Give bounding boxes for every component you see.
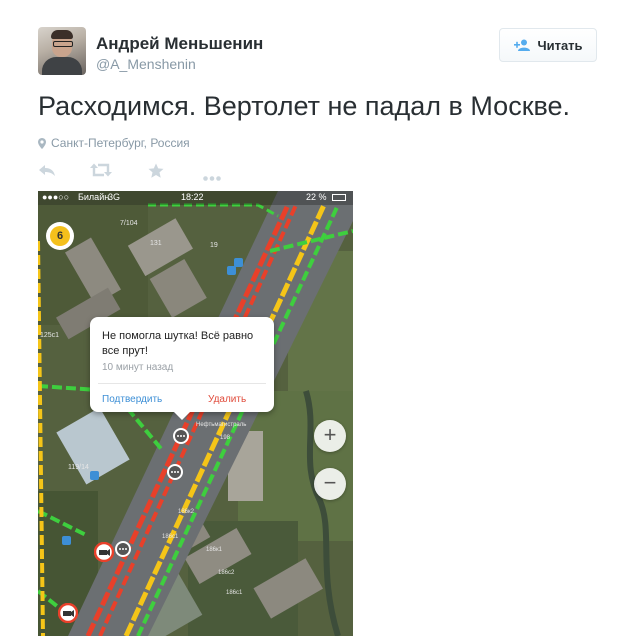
- star-icon[interactable]: [148, 163, 164, 184]
- reply-icon[interactable]: [38, 163, 56, 182]
- svg-text:7/104: 7/104: [120, 220, 138, 227]
- tweet-location[interactable]: Санкт-Петербург, Россия: [38, 136, 190, 150]
- tweet-text: Расходимся. Вертолет не падал в Москве.: [38, 91, 571, 121]
- event-time: 10 минут назад: [102, 362, 174, 373]
- chat-marker-icon[interactable]: [114, 540, 132, 558]
- follow-button[interactable]: Читать: [499, 28, 597, 62]
- svg-text:119/14: 119/14: [68, 464, 89, 471]
- more-icon[interactable]: [203, 168, 221, 186]
- svg-text:Нефтьмагистраль: Нефтьмагистраль: [196, 422, 246, 428]
- map-background: 7/104 131 19 125с1 119/14 Нефтьмагистрал…: [38, 191, 353, 636]
- network-label: 3G: [108, 192, 121, 202]
- author-handle[interactable]: @A_Menshenin: [96, 56, 196, 72]
- svg-text:131: 131: [150, 240, 162, 247]
- location-label: Санкт-Петербург, Россия: [51, 136, 190, 150]
- svg-text:186к1: 186к1: [206, 547, 223, 553]
- author-name[interactable]: Андрей Меньшенин: [96, 34, 263, 54]
- phone-status-bar: ●●●○○ Билайн 3G 18:22 22 %: [38, 191, 353, 205]
- battery-label: 22 %: [306, 192, 327, 202]
- delete-button[interactable]: Удалить: [208, 394, 246, 405]
- retweet-icon[interactable]: [90, 163, 112, 182]
- svg-text:186к2: 186к2: [178, 509, 195, 515]
- attached-photo[interactable]: 7/104 131 19 125с1 119/14 Нефтьмагистрал…: [38, 191, 353, 636]
- battery-icon: [332, 194, 346, 201]
- svg-text:125с1: 125с1: [40, 332, 59, 339]
- svg-text:19: 19: [210, 242, 218, 249]
- event-message: Не помогла шутка! Всё равно все прут!: [102, 330, 254, 357]
- camera-marker-icon[interactable]: [58, 603, 78, 623]
- chat-marker-icon[interactable]: [166, 463, 184, 481]
- camera-marker-icon[interactable]: [94, 542, 114, 562]
- zoom-out-button[interactable]: −: [314, 468, 346, 500]
- svg-text:198: 198: [220, 435, 231, 441]
- traffic-level-value: 6: [50, 226, 70, 246]
- carrier-label: Билайн: [78, 192, 110, 202]
- svg-text:186с2: 186с2: [218, 570, 235, 576]
- chat-marker-icon[interactable]: [172, 427, 190, 445]
- signal-icon: ●●●○○: [42, 192, 70, 202]
- traffic-level-badge[interactable]: 6: [46, 222, 74, 250]
- svg-text:186с1: 186с1: [162, 534, 179, 540]
- event-popup: Не помогла шутка! Всё равно все прут! 10…: [90, 317, 274, 420]
- popup-divider: [98, 383, 266, 384]
- time-label: 18:22: [181, 192, 204, 202]
- confirm-button[interactable]: Подтвердить: [102, 394, 162, 405]
- zoom-in-button[interactable]: +: [314, 420, 346, 452]
- follow-button-label: Читать: [537, 37, 583, 53]
- location-pin-icon: [38, 137, 46, 149]
- svg-text:186с1: 186с1: [226, 590, 243, 596]
- author-avatar[interactable]: [38, 27, 86, 75]
- add-user-icon: [514, 39, 531, 51]
